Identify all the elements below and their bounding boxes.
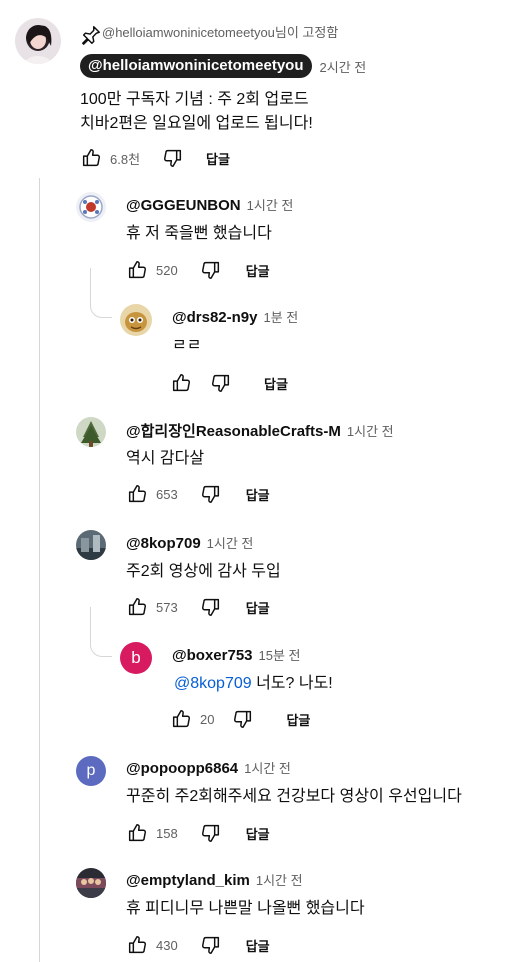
dislike-icon[interactable] [162,147,184,169]
avatar[interactable] [76,868,106,898]
like-icon[interactable] [126,259,148,281]
like-icon[interactable] [80,147,102,169]
reply-button[interactable]: 답글 [246,824,270,843]
comment-text: 꾸준히 주2회해주세요 건강보다 영상이 우선입니다 [126,788,462,805]
comment-time[interactable]: 1시간 전 [256,870,303,889]
comment-text: 치바2편은 일요일에 업로드 됩니다! [80,115,313,132]
mention-link[interactable]: @8kop709 [174,675,252,692]
comment-author[interactable]: @emptyland_kim [126,872,250,889]
thread-line [39,178,40,962]
comment-author[interactable]: @합리장인ReasonableCrafts-M [126,420,341,441]
comment-author[interactable]: @boxer753 [172,647,253,664]
comment-text: 100만 구독자 기념 : 주 2회 업로드 [80,91,309,108]
reply-button[interactable]: 답글 [246,936,270,955]
pin-icon [80,24,100,45]
comment-text: 휴 저 죽을뻔 했습니다 [126,225,272,242]
like-count: 158 [156,825,178,841]
avatar[interactable] [15,18,61,64]
avatar[interactable] [120,304,152,336]
like-count: 20 [200,711,215,727]
like-count: 573 [156,599,178,615]
dislike-icon[interactable] [200,934,222,956]
reply-button[interactable]: 답글 [246,261,270,280]
like-icon[interactable] [170,708,192,730]
like-icon[interactable] [126,822,148,844]
comment-time[interactable]: 1분 전 [264,307,299,326]
comment-text: 휴 피디니무 나쁜말 나올뻔 했습니다 [126,900,365,917]
comment-time[interactable]: 1시간 전 [247,195,294,214]
pinned-by-text: @helloiamwoninicetomeetyou님이 고정함 [102,25,339,40]
comment-author[interactable]: @8kop709 [126,535,201,552]
like-count: 430 [156,937,178,953]
avatar[interactable] [76,417,106,447]
comment-time[interactable]: 2시간 전 [320,57,367,76]
comment-author[interactable]: @helloiamwoninicetomeetyou [80,54,312,78]
like-icon[interactable] [170,372,192,394]
reply-button[interactable]: 답글 [206,149,230,168]
reply-button[interactable]: 답글 [264,374,288,393]
reply-connector [90,268,112,318]
like-icon[interactable] [126,483,148,505]
like-icon[interactable] [126,596,148,618]
comment-text: ㄹㄹ [172,337,202,354]
comment-time[interactable]: 1시간 전 [244,758,291,777]
avatar-letter: b [131,648,141,667]
like-count: 653 [156,486,178,502]
dislike-icon[interactable] [232,708,254,730]
dislike-icon[interactable] [200,483,222,505]
comment-text: @8kop709 너도? 나도! [174,672,333,696]
reply-connector [90,607,112,657]
comment-time[interactable]: 15분 전 [259,645,301,664]
reply-button[interactable]: 답글 [246,485,270,504]
avatar[interactable] [76,530,106,560]
pinned-label: @helloiamwoninicetomeetyou님이 고정함 [80,22,339,45]
dislike-icon[interactable] [200,822,222,844]
like-count: 6.8천 [110,151,141,167]
like-icon[interactable] [126,934,148,956]
avatar[interactable]: b [120,642,152,674]
comment-author[interactable]: @drs82-n9y [172,309,258,326]
reply-button[interactable]: 답글 [286,710,310,729]
comment-text-body: 너도? 나도! [251,675,333,692]
comment-time[interactable]: 1시간 전 [347,421,394,440]
dislike-icon[interactable] [210,372,232,394]
comment-text: 역시 감다살 [126,450,205,467]
comment-author[interactable]: @popoopp6864 [126,760,238,777]
avatar[interactable] [76,192,106,222]
dislike-icon[interactable] [200,596,222,618]
avatar-letter: p [86,762,96,779]
comment-text: 주2회 영상에 감사 두입 [126,563,281,580]
dislike-icon[interactable] [200,259,222,281]
comment-time[interactable]: 1시간 전 [207,533,254,552]
avatar[interactable]: p [76,756,106,786]
like-count: 520 [156,262,178,278]
comment-author[interactable]: @GGGEUNBON [126,197,241,214]
reply-button[interactable]: 답글 [246,598,270,617]
